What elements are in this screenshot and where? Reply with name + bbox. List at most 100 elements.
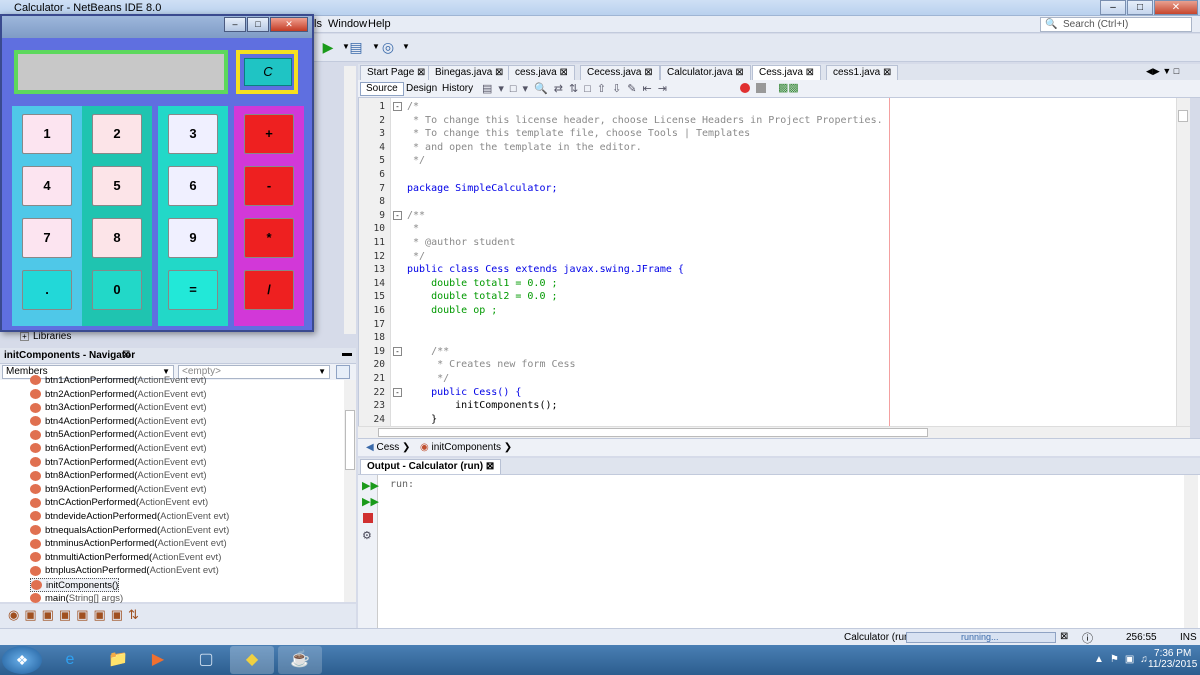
calc-key-col4-0[interactable]: + [244, 114, 294, 154]
start-button-icon[interactable]: ❖ [2, 646, 42, 674]
menu-item-window[interactable]: Window [328, 18, 367, 30]
fold-toggle-icon[interactable]: - [393, 387, 402, 397]
calc-close-button[interactable]: ✕ [270, 17, 308, 32]
projects-scrollbar[interactable] [344, 66, 356, 334]
navigator-item[interactable]: btnCActionPerformed(ActionEvent evt) [30, 496, 208, 510]
tab-output[interactable]: Output - Calculator (run) ⊠ [360, 459, 502, 474]
tab-start-page[interactable]: Start Page ⊠ [360, 65, 433, 80]
navigator-item[interactable]: btn1ActionPerformed(ActionEvent evt) [30, 374, 207, 388]
calculator-display[interactable] [14, 50, 228, 94]
navigator-close-icon[interactable]: ⊠ [122, 349, 130, 360]
maximize-button[interactable]: □ [1127, 0, 1153, 15]
menu-item-help[interactable]: Help [368, 18, 391, 30]
calc-key-col3-1[interactable]: 6 [168, 166, 218, 206]
internet-explorer-icon[interactable]: e [48, 646, 92, 674]
navigator-item[interactable]: btndevideActionPerformed(ActionEvent evt… [30, 510, 229, 524]
navigator-item[interactable]: btnminusActionPerformed(ActionEvent evt) [30, 537, 227, 551]
navigator-item[interactable]: btn8ActionPerformed(ActionEvent evt) [30, 469, 207, 483]
navigator-item[interactable]: btn3ActionPerformed(ActionEvent evt) [30, 401, 207, 415]
breadcrumb-class[interactable]: ◀ Cess ❯ [366, 442, 410, 453]
calc-key-col4-1[interactable]: - [244, 166, 294, 206]
clock[interactable]: 7:36 PM 11/23/2015 [1148, 648, 1197, 670]
tab-nav-arrows-icon[interactable]: ◀▶ ▼ □ [1146, 66, 1179, 77]
profile-icon[interactable]: ◎ [378, 38, 398, 56]
calc-key-col3-3[interactable]: = [168, 270, 218, 310]
calc-key-col1-1[interactable]: 4 [22, 166, 72, 206]
tab-cecess[interactable]: Cecess.java ⊠ [580, 65, 660, 80]
editor-hscroll-thumb[interactable] [378, 428, 928, 437]
editor-scroll-thumb[interactable] [1178, 110, 1188, 122]
calc-key-col3-2[interactable]: 9 [168, 218, 218, 258]
rerun-params-icon[interactable]: ▶▶ [362, 495, 379, 508]
navigator-minimize-icon[interactable]: ▬ [342, 348, 352, 359]
editor-vertical-scrollbar[interactable] [1176, 98, 1190, 426]
navigator-item[interactable]: btn7ActionPerformed(ActionEvent evt) [30, 456, 207, 470]
calc-key-col1-3[interactable]: . [22, 270, 72, 310]
calc-key-col2-0[interactable]: 2 [92, 114, 142, 154]
run-icon[interactable]: ▶ [318, 38, 338, 56]
tree-libraries[interactable]: + Libraries [20, 331, 71, 342]
profile-dropdown-icon[interactable]: ▼ [396, 38, 416, 56]
stop-icon[interactable] [363, 513, 373, 523]
file-explorer-icon[interactable]: 📁 [96, 646, 140, 674]
navigator-scrollbar[interactable] [344, 380, 356, 602]
diff-icon[interactable]: ▩▩ [778, 81, 799, 94]
code-editor[interactable]: 1 2 3 4 5 6 7 8 9 10 11 12 13 14 15 16 17 18 19 20 21 22 23 24 … [358, 98, 1176, 426]
calc-minimize-button[interactable]: – [224, 17, 246, 32]
stop-macro-icon[interactable] [756, 83, 766, 93]
tab-cess-lower[interactable]: cess.java ⊠ [508, 65, 575, 80]
minimize-button[interactable]: – [1100, 0, 1126, 15]
calc-key-col4-2[interactable]: * [244, 218, 294, 258]
breadcrumb-method[interactable]: ◉ initComponents ❯ [420, 442, 512, 453]
tab-cess-active[interactable]: Cess.java ⊠ [752, 65, 822, 80]
history-button[interactable]: History [436, 82, 479, 96]
output-panel[interactable]: ▶▶ ▶▶ ⚙ run: [358, 474, 1200, 629]
calc-key-col4-3[interactable]: / [244, 270, 294, 310]
source-button[interactable]: Source [360, 82, 404, 96]
search-input[interactable]: 🔍 Search (Ctrl+I) [1040, 17, 1192, 32]
java-app-taskbar-icon[interactable]: ☕ [278, 646, 322, 674]
tab-calculator[interactable]: Calculator.java ⊠ [660, 65, 751, 80]
navigator-filter-icons[interactable]: ◉▣▣▣▣▣▣⇅ [8, 607, 144, 623]
fold-toggle-icon[interactable]: - [393, 102, 402, 111]
tab-binegas[interactable]: Binegas.java ⊠ [428, 65, 511, 80]
navigator-scroll-thumb[interactable] [345, 410, 355, 470]
clear-button[interactable]: C [244, 58, 292, 86]
rerun-icon[interactable]: ▶▶ [362, 479, 379, 492]
fold-toggle-icon[interactable]: - [393, 346, 402, 356]
record-macro-icon[interactable] [740, 83, 750, 93]
output-scrollbar[interactable] [1184, 475, 1198, 629]
fold-toggle-icon[interactable]: - [393, 210, 402, 220]
navigator-member-list[interactable]: btn1ActionPerformed(ActionEvent evt) btn2… [0, 375, 344, 604]
navigator-item[interactable]: btn6ActionPerformed(ActionEvent evt) [30, 442, 207, 456]
debug-icon[interactable]: ▤ [346, 38, 366, 56]
settings-icon[interactable]: ⚙ [362, 529, 372, 542]
close-progress-icon[interactable]: ⊠ [1060, 631, 1068, 642]
navigator-options-icon[interactable] [336, 365, 350, 379]
calc-key-col2-1[interactable]: 5 [92, 166, 142, 206]
calc-maximize-button[interactable]: □ [247, 17, 269, 32]
navigator-item[interactable]: btnequalsActionPerformed(ActionEvent evt… [30, 524, 229, 538]
netbeans-taskbar-icon[interactable]: ◆ [230, 646, 274, 674]
tray-icons[interactable]: ▲⚑▣♫ [1094, 654, 1154, 665]
calc-key-col3-0[interactable]: 3 [168, 114, 218, 154]
media-player-icon[interactable]: ▶ [136, 646, 180, 674]
tree-expand-icon[interactable]: + [20, 332, 29, 341]
calc-key-col1-0[interactable]: 1 [22, 114, 72, 154]
navigator-item[interactable]: btn4ActionPerformed(ActionEvent evt) [30, 415, 207, 429]
navigator-item[interactable]: btnplusActionPerformed(ActionEvent evt) [30, 564, 219, 578]
navigator-item[interactable]: initComponents() [30, 578, 120, 592]
calculator-title-bar[interactable]: – □ ✕ [2, 16, 312, 38]
navigator-item[interactable]: btn2ActionPerformed(ActionEvent evt) [30, 388, 207, 402]
editor-horizontal-scrollbar[interactable] [358, 426, 1190, 438]
close-button[interactable]: ✕ [1154, 0, 1198, 15]
calc-key-col2-2[interactable]: 8 [92, 218, 142, 258]
navigator-item[interactable]: btn5ActionPerformed(ActionEvent evt) [30, 428, 207, 442]
tab-cess1[interactable]: cess1.java ⊠ [826, 65, 899, 80]
calc-key-col2-3[interactable]: 0 [92, 270, 142, 310]
notifications-icon[interactable]: ⓘ [1082, 630, 1093, 646]
virtualbox-icon[interactable]: ▢ [184, 646, 228, 674]
editor-tools-icons[interactable]: ▤▾□▾🔍⇄⇅□⇧⇩✎⇤⇥ [482, 82, 673, 95]
menu-item-tools[interactable]: ls [314, 18, 322, 30]
navigator-item[interactable]: btn9ActionPerformed(ActionEvent evt) [30, 483, 207, 497]
